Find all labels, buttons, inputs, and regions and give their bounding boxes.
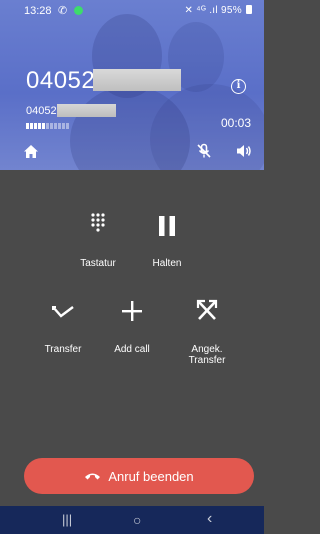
keypad-icon [91,213,105,232]
transfer-label: Transfer [44,344,82,355]
attended-transfer-icon [196,299,218,320]
transfer-arrow-icon [52,306,74,318]
end-call-label: Anruf beenden [108,468,194,484]
keypad-label: Tastatur [80,258,116,269]
home-icon[interactable] [24,145,38,158]
caller-number: 04052 [26,67,96,94]
battery-icon [246,5,252,14]
phone-icon: ✆ [58,5,68,17]
call-duration: 00:03 [220,116,251,130]
recent-apps-button[interactable]: ||| [62,512,72,527]
hang-up-icon [85,473,101,480]
redacted-number-block [93,69,181,91]
add-call-button[interactable]: Add call [97,300,167,355]
keypad-button[interactable]: Tastatur [63,213,133,269]
status-time: 13:28 [24,5,52,17]
attended-transfer-label: Angek. Transfer [188,344,226,366]
hold-button[interactable]: Halten [132,216,202,269]
status-indicators: ✕ ⁴ᴳ .ıl 95% [185,5,252,16]
back-button[interactable]: ‹ [207,510,212,528]
pause-icon [159,216,175,236]
attended-transfer-button[interactable]: Angek. Transfer [172,299,242,366]
call-header: 13:28 ✆ ✕ ⁴ᴳ .ıl 95% 04052 i 04052 00:03 [0,0,264,170]
end-call-button[interactable]: Anruf beenden [24,458,254,494]
transfer-button[interactable]: Transfer [28,305,98,355]
navigation-bar: ||| ○ ‹ [0,506,264,534]
redacted-sub-number-block [57,104,116,117]
status-right-text: ✕ ⁴ᴳ .ıl 95% [184,5,242,16]
info-icon[interactable]: i [231,79,246,94]
add-call-label: Add call [114,344,150,355]
plus-icon [122,301,142,321]
caller-sub-number: 04052 [26,105,57,117]
status-bar: 13:28 ✆ ✕ ⁴ᴳ .ıl 95% [0,0,264,22]
speaker-icon[interactable] [236,144,252,158]
green-dot-indicator [74,6,83,15]
mute-microphone-icon[interactable] [196,143,212,159]
hold-label: Halten [152,258,182,269]
call-quality-bars [26,123,69,129]
home-nav-button[interactable]: ○ [133,512,141,528]
